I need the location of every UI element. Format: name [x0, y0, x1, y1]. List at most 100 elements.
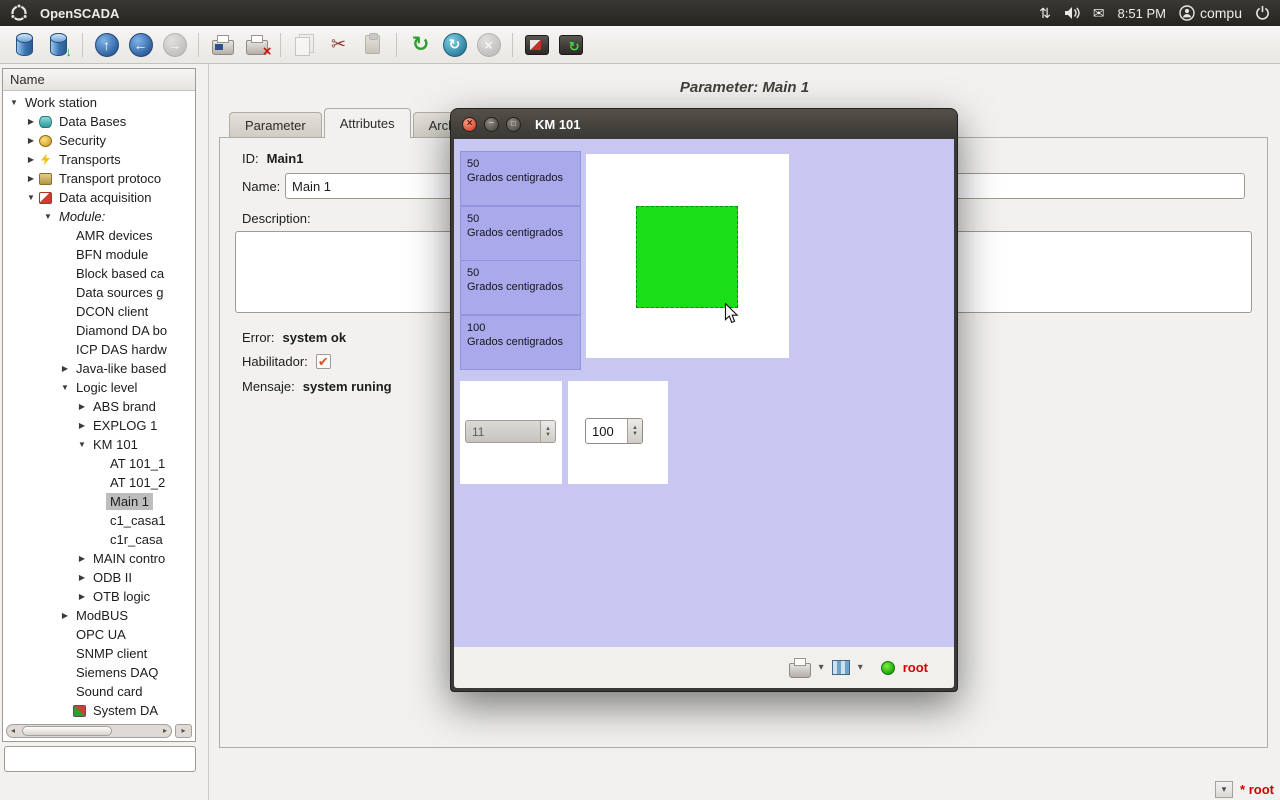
stop-update-button[interactable]: ×	[474, 30, 503, 59]
tree-item-diamond-da-bo[interactable]: Diamond DA bo	[3, 321, 195, 340]
tree-item-bfn-module[interactable]: BFN module	[3, 245, 195, 264]
tree-item-data-sources-g[interactable]: Data sources g	[3, 283, 195, 302]
tree-expander-open-icon[interactable]: ▼	[7, 98, 21, 107]
tree-item-otb-logic[interactable]: ▶OTB logic	[3, 587, 195, 606]
tree-item-system-da[interactable]: System DA	[3, 701, 195, 720]
tree-item-amr-devices[interactable]: AMR devices	[3, 226, 195, 245]
value-spinbox-small[interactable]: 11 ▲ ▼	[465, 420, 556, 443]
spinbox-arrows[interactable]: ▲ ▼	[540, 421, 555, 442]
enable-checkbox[interactable]: ✔	[316, 354, 331, 369]
tree-item-module[interactable]: ▼Module:	[3, 207, 195, 226]
tree-expander-closed-icon[interactable]: ▶	[58, 611, 72, 620]
tree-expander-closed-icon[interactable]: ▶	[24, 136, 38, 145]
ubuntu-logo-icon[interactable]	[10, 4, 28, 22]
tree-item-java-like-based[interactable]: ▶Java-like based	[3, 359, 195, 378]
delete-item-button[interactable]	[242, 30, 271, 59]
tab-parameter[interactable]: Parameter	[229, 112, 322, 138]
tree-expander-closed-icon[interactable]: ▶	[24, 117, 38, 126]
scrollbar-track[interactable]: ◂ ▸	[6, 724, 172, 738]
export-icon[interactable]	[832, 660, 850, 675]
tree-item-transports[interactable]: ▶Transports	[3, 150, 195, 169]
user-dropdown-button[interactable]: ▾	[1215, 781, 1233, 798]
scroll-left-icon[interactable]: ◂	[11, 726, 15, 735]
export-dropdown-icon[interactable]: ▾	[858, 662, 863, 673]
tree-item-siemens-daq[interactable]: Siemens DAQ	[3, 663, 195, 682]
minimize-icon[interactable]: −	[484, 117, 499, 132]
spinbox-arrows[interactable]: ▲ ▼	[627, 419, 642, 443]
spin-down-icon[interactable]: ▼	[632, 431, 638, 437]
tree-item-c1r-casa[interactable]: c1r_casa	[3, 530, 195, 549]
tree-item-dcon-client[interactable]: DCON client	[3, 302, 195, 321]
tree-item-opc-ua[interactable]: OPC UA	[3, 625, 195, 644]
tree-expander-open-icon[interactable]: ▼	[75, 440, 89, 449]
cut-item-button[interactable]: ✂	[324, 30, 353, 59]
tree-column-header[interactable]: Name	[3, 69, 195, 91]
user-menu[interactable]: compu	[1179, 5, 1242, 21]
tree-expander-open-icon[interactable]: ▼	[58, 383, 72, 392]
paste-item-button[interactable]	[358, 30, 387, 59]
tab-attributes[interactable]: Attributes	[324, 108, 411, 138]
back-button[interactable]: ←	[126, 30, 155, 59]
tree-expander-open-icon[interactable]: ▼	[41, 212, 55, 221]
tree-item-abs-brand[interactable]: ▶ABS brand	[3, 397, 195, 416]
power-menu-icon[interactable]	[1255, 5, 1270, 21]
green-indicator-rect[interactable]	[636, 206, 738, 308]
print-icon[interactable]	[789, 663, 811, 678]
tree-item-main-contro[interactable]: ▶MAIN contro	[3, 549, 195, 568]
save-to-db-button[interactable]	[44, 30, 73, 59]
tree-expander-open-icon[interactable]: ▼	[24, 193, 38, 202]
scroll-corner-button[interactable]: ▸	[175, 724, 192, 738]
close-icon[interactable]: ×	[462, 117, 477, 132]
dialog-titlebar[interactable]: × − □ KM 101	[451, 109, 957, 139]
station-sync-button[interactable]	[556, 30, 585, 59]
tree-item-transport-protoco[interactable]: ▶Transport protoco	[3, 169, 195, 188]
refresh-button[interactable]: ↻	[406, 30, 435, 59]
start-update-button[interactable]: ↻	[440, 30, 469, 59]
tree-item-data-bases[interactable]: ▶Data Bases	[3, 112, 195, 131]
tree-item-c1-casa1[interactable]: c1_casa1	[3, 511, 195, 530]
mail-indicator-icon[interactable]: ✉	[1093, 5, 1105, 22]
clock[interactable]: 8:51 PM	[1118, 6, 1166, 21]
tree-item-km-101[interactable]: ▼KM 101	[3, 435, 195, 454]
tree-expander-closed-icon[interactable]: ▶	[58, 364, 72, 373]
tree-item-at-101-1[interactable]: AT 101_1	[3, 454, 195, 473]
load-from-db-button[interactable]	[10, 30, 39, 59]
tree-item-icp-das-hardw[interactable]: ICP DAS hardw	[3, 340, 195, 359]
tree-expander-closed-icon[interactable]: ▶	[75, 554, 89, 563]
network-indicator-icon[interactable]: ⇅	[1039, 5, 1051, 22]
tree-item-security[interactable]: ▶Security	[3, 131, 195, 150]
tree-item-explog-1[interactable]: ▶EXPLOG 1	[3, 416, 195, 435]
tree-item-block-based-ca[interactable]: Block based ca	[3, 264, 195, 283]
spin-down-icon[interactable]: ▼	[545, 432, 551, 438]
scroll-right-icon[interactable]: ▸	[163, 726, 167, 735]
tree-expander-closed-icon[interactable]: ▶	[24, 155, 38, 164]
tree-item-main-1[interactable]: Main 1	[3, 492, 195, 511]
tree-item-logic-level[interactable]: ▼Logic level	[3, 378, 195, 397]
tree-item-snmp-client[interactable]: SNMP client	[3, 644, 195, 663]
up-button[interactable]: ↑	[92, 30, 121, 59]
tree-item-data-acquisition[interactable]: ▼Data acquisition	[3, 188, 195, 207]
tree-item-modbus[interactable]: ▶ModBUS	[3, 606, 195, 625]
tree-expander-closed-icon[interactable]: ▶	[75, 592, 89, 601]
remote-station-button[interactable]	[522, 30, 551, 59]
value-spinbox-large[interactable]: 100 ▲ ▼	[585, 418, 643, 444]
forward-button[interactable]: →	[160, 30, 189, 59]
tree-item-odb-ii[interactable]: ▶ODB II	[3, 568, 195, 587]
tree-horizontal-scrollbar[interactable]: ◂ ▸ ▸	[6, 722, 192, 739]
tree-expander-closed-icon[interactable]: ▶	[75, 421, 89, 430]
tree-expander-closed-icon[interactable]: ▶	[75, 402, 89, 411]
tree-item-at-101-2[interactable]: AT 101_2	[3, 473, 195, 492]
tree-expander-closed-icon[interactable]: ▶	[75, 573, 89, 582]
maximize-icon[interactable]: □	[506, 117, 521, 132]
tree-expander-closed-icon[interactable]: ▶	[24, 174, 38, 183]
tree-item-work-station[interactable]: ▼Work station	[3, 93, 195, 112]
tree-item-sound-card[interactable]: Sound card	[3, 682, 195, 701]
volume-indicator-icon[interactable]	[1064, 6, 1080, 20]
tree-item-label: c1_casa1	[106, 512, 170, 529]
print-dropdown-icon[interactable]: ▾	[819, 662, 824, 673]
copy-item-button[interactable]	[290, 30, 319, 59]
message-value: system runing	[303, 379, 392, 394]
tree-search-input[interactable]	[4, 746, 196, 772]
scrollbar-handle[interactable]	[22, 726, 112, 736]
add-item-button[interactable]	[208, 30, 237, 59]
